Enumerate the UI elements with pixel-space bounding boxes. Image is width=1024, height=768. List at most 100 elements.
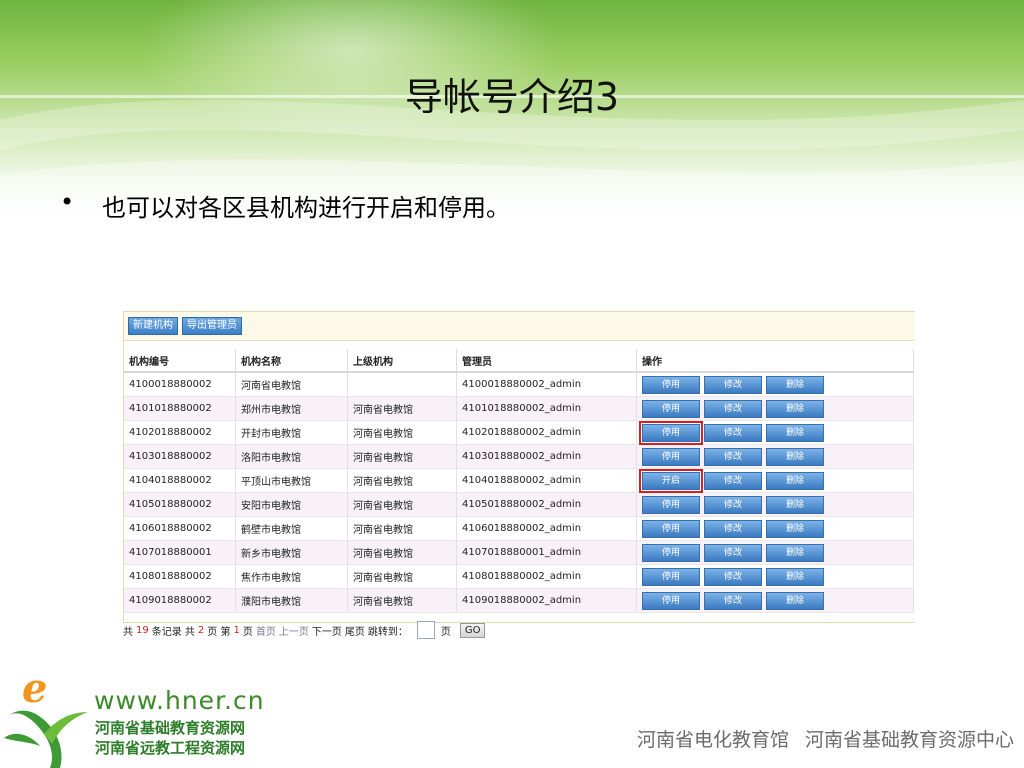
- actions-cell: 停用 修改 删除: [636, 420, 914, 445]
- delete-button[interactable]: 删除: [766, 591, 824, 610]
- delete-button[interactable]: 删除: [766, 375, 824, 394]
- jump-page-input[interactable]: [416, 621, 435, 639]
- total-prefix: 共: [123, 626, 133, 638]
- edit-button[interactable]: 修改: [704, 567, 762, 586]
- jump-unit: 页: [440, 626, 451, 638]
- parent-org-cell: 河南省电教馆: [347, 444, 457, 469]
- total-records: 19: [136, 624, 149, 636]
- page-suffix: 页: [242, 626, 253, 638]
- pagination-bar: 共 19 条记录 共 2 页 第 1 页 首页 上一页 下一页 尾页 跳转到： …: [123, 619, 486, 641]
- bullet-point: • 也可以对各区县机构进行开启和停用。: [60, 188, 510, 223]
- current-page: 1: [233, 624, 240, 636]
- export-admin-button[interactable]: 导出管理员: [182, 317, 242, 335]
- toggle-status-button[interactable]: 停用: [642, 375, 700, 394]
- org-code-cell: 4109018880002: [124, 588, 236, 613]
- records-suffix: 条记录 共: [151, 626, 195, 638]
- actions-cell: 停用 修改 删除: [636, 372, 914, 397]
- parent-org-cell: 河南省电教馆: [347, 420, 457, 445]
- org-name-cell: 濮阳市电教馆: [235, 588, 348, 613]
- admin-cell: 4100018880002_admin: [456, 372, 637, 397]
- parent-org-cell: 河南省电教馆: [347, 588, 457, 613]
- toggle-status-button[interactable]: 停用: [642, 519, 700, 538]
- toggle-status-button[interactable]: 停用: [642, 399, 700, 418]
- edit-button[interactable]: 修改: [704, 447, 762, 466]
- logo-line1: 河南省基础教育资源网: [95, 719, 246, 737]
- toggle-status-button[interactable]: 停用: [642, 543, 700, 562]
- org-code-cell: 4104018880002: [124, 468, 236, 493]
- table-row: 4104018880002 平顶山市电教馆 河南省电教馆 41040188800…: [124, 468, 914, 493]
- table-row: 4108018880002 焦作市电教馆 河南省电教馆 410801888000…: [124, 564, 914, 589]
- org-name-cell: 焦作市电教馆: [235, 564, 348, 589]
- admin-cell: 4109018880002_admin: [456, 588, 637, 613]
- delete-button[interactable]: 删除: [766, 519, 824, 538]
- edit-button[interactable]: 修改: [704, 519, 762, 538]
- toggle-status-button[interactable]: 停用: [639, 420, 703, 445]
- table-header-row: 机构编号 机构名称 上级机构 管理员 操作: [124, 349, 914, 373]
- last-page-link[interactable]: 尾页: [345, 623, 365, 638]
- toggle-status-button[interactable]: 停用: [642, 495, 700, 514]
- org-name-cell: 开封市电教馆: [235, 420, 348, 445]
- actions-cell: 停用 修改 删除: [636, 444, 914, 469]
- edit-button[interactable]: 修改: [704, 591, 762, 610]
- delete-button[interactable]: 删除: [766, 399, 824, 418]
- delete-button[interactable]: 删除: [766, 495, 824, 514]
- parent-org-cell: 河南省电教馆: [347, 540, 457, 565]
- edit-button[interactable]: 修改: [704, 543, 762, 562]
- admin-cell: 4105018880002_admin: [456, 492, 637, 517]
- footer-org1: 河南省电化教育馆: [636, 729, 789, 751]
- table-row: 4102018880002 开封市电教馆 河南省电教馆 410201888000…: [124, 420, 914, 445]
- org-code-cell: 4107018880001: [124, 540, 236, 565]
- delete-button[interactable]: 删除: [766, 471, 824, 490]
- edit-button[interactable]: 修改: [704, 471, 762, 490]
- logo-line2: 河南省远教工程资源网: [95, 739, 246, 757]
- bullet-text: 也可以对各区县机构进行开启和停用。: [102, 194, 510, 222]
- delete-button[interactable]: 删除: [766, 567, 824, 586]
- actions-cell: 停用 修改 删除: [636, 396, 914, 421]
- toggle-status-button[interactable]: 开启: [639, 468, 703, 493]
- header-org-code: 机构编号: [124, 349, 236, 373]
- actions-cell: 停用 修改 删除: [636, 540, 914, 565]
- delete-button[interactable]: 删除: [766, 543, 824, 562]
- parent-org-cell: 河南省电教馆: [347, 516, 457, 541]
- toggle-status-button[interactable]: 停用: [642, 447, 700, 466]
- footer-org2: 河南省基础教育资源中心: [804, 729, 1014, 751]
- edit-button[interactable]: 修改: [704, 495, 762, 514]
- admin-cell: 4107018880001_admin: [456, 540, 637, 565]
- toolbar: 新建机构 导出管理员: [124, 312, 915, 341]
- header-parent-org: 上级机构: [347, 349, 457, 373]
- edit-button[interactable]: 修改: [704, 399, 762, 418]
- org-table: 机构编号 机构名称 上级机构 管理员 操作 4100018880002 河南省电…: [124, 349, 914, 613]
- actions-cell: 停用 修改 删除: [636, 492, 914, 517]
- parent-org-cell: 河南省电教馆: [347, 564, 457, 589]
- org-name-cell: 郑州市电教馆: [235, 396, 348, 421]
- pages-suffix: 页 第: [207, 626, 231, 638]
- org-management-panel: 新建机构 导出管理员 机构编号 机构名称 上级机构 管理员 操作 4100018…: [123, 311, 915, 623]
- delete-button[interactable]: 删除: [766, 447, 824, 466]
- next-page-link[interactable]: 下一页: [312, 623, 342, 638]
- actions-cell: 停用 修改 删除: [636, 564, 914, 589]
- toggle-status-button[interactable]: 停用: [642, 567, 700, 586]
- first-page-link[interactable]: 首页: [256, 623, 276, 638]
- new-org-button[interactable]: 新建机构: [128, 317, 178, 335]
- org-name-cell: 安阳市电教馆: [235, 492, 348, 517]
- parent-org-cell: 河南省电教馆: [347, 396, 457, 421]
- prev-page-link[interactable]: 上一页: [279, 623, 309, 638]
- parent-org-cell: [347, 372, 457, 397]
- org-name-cell: 平顶山市电教馆: [235, 468, 348, 493]
- delete-button[interactable]: 删除: [766, 423, 824, 442]
- header-admin: 管理员: [456, 349, 637, 373]
- logo-url: www.hner.cn: [94, 686, 265, 715]
- edit-button[interactable]: 修改: [704, 375, 762, 394]
- toggle-status-button[interactable]: 停用: [642, 591, 700, 610]
- org-name-cell: 新乡市电教馆: [235, 540, 348, 565]
- edit-button[interactable]: 修改: [704, 423, 762, 442]
- table-row: 4106018880002 鹤壁市电教馆 河南省电教馆 410601888000…: [124, 516, 914, 541]
- total-pages: 2: [197, 624, 205, 636]
- header-org-name: 机构名称: [235, 349, 348, 373]
- go-button[interactable]: GO: [459, 622, 486, 638]
- jump-label: 跳转到：: [367, 626, 408, 638]
- admin-cell: 4106018880002_admin: [456, 516, 637, 541]
- org-name-cell: 鹤壁市电教馆: [235, 516, 348, 541]
- logo-letter: e: [22, 668, 47, 712]
- footer-orgs: 河南省电化教育馆 河南省基础教育资源中心: [637, 725, 1014, 752]
